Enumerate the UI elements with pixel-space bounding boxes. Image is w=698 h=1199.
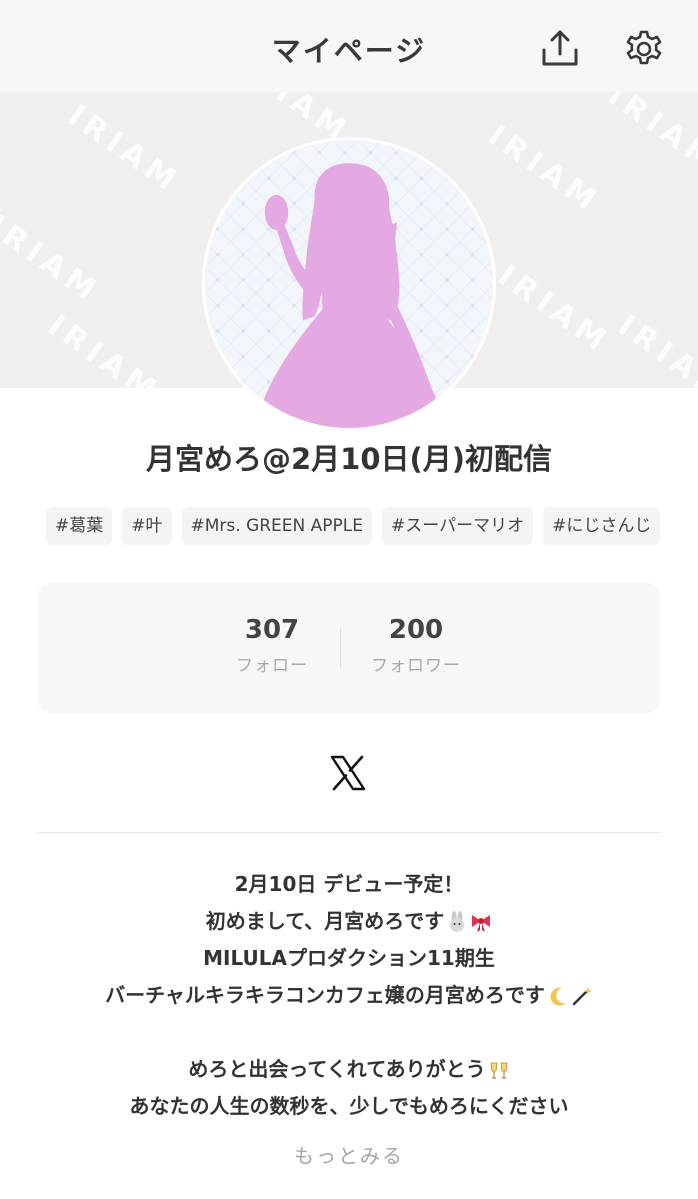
follower-stat[interactable]: 200 フォロワー	[368, 615, 464, 676]
show-more-link[interactable]: もっとみる	[0, 1140, 698, 1169]
bio-line: バーチャルキラキラコンカフェ嬢の月宮めろです	[105, 983, 545, 1007]
settings-button[interactable]	[622, 26, 666, 70]
tag-chip[interactable]: #にじさんじ	[543, 507, 661, 545]
stats-divider	[340, 628, 341, 668]
avatar[interactable]	[202, 137, 496, 431]
share-icon	[542, 30, 578, 66]
profile-name: 月宮めろ@2月10日(月)初配信	[145, 442, 553, 476]
tag-chip[interactable]: #スーパーマリオ	[382, 507, 534, 545]
x-logo-icon	[330, 755, 366, 791]
tag-list: #葛葉 #叶 #Mrs. GREEN APPLE #スーパーマリオ #にじさんじ	[46, 507, 661, 545]
follow-label: フォロー	[236, 656, 308, 676]
avatar-silhouette-image	[205, 140, 493, 428]
banner-watermark: IRIAM	[61, 98, 187, 201]
follower-label: フォロワー	[371, 656, 461, 676]
crescent-moon-emoji-icon	[550, 987, 566, 1006]
section-divider	[38, 832, 660, 833]
follower-count: 200	[388, 615, 444, 645]
banner-watermark: IRIAM	[0, 208, 107, 311]
x-link-button[interactable]	[329, 754, 367, 792]
clinking-glasses-emoji-icon	[490, 1062, 508, 1079]
tag-chip[interactable]: #葛葉	[46, 507, 113, 545]
page-title: マイページ	[271, 34, 427, 68]
follow-count: 307	[244, 615, 300, 645]
ribbon-emoji-icon	[472, 914, 491, 932]
banner-watermark: IRIAM	[601, 92, 698, 181]
gear-icon	[626, 30, 662, 65]
banner-watermark: IRIAM	[481, 118, 607, 221]
banner-watermark: IRIAM	[611, 308, 698, 388]
profile-bio: 2月10日 デビュー予定！ 初めまして、月宮めろです MILULAプロダクション…	[0, 866, 698, 1125]
magic-wand-emoji-icon	[572, 986, 592, 1005]
tag-chip[interactable]: #叶	[122, 507, 172, 545]
follow-stat[interactable]: 307 フォロー	[234, 615, 310, 676]
top-bar: マイページ	[0, 0, 698, 93]
bio-line: 初めまして、月宮めろです	[205, 909, 445, 933]
rabbit-emoji-icon	[450, 910, 465, 932]
bio-line: 2月10日 デビュー予定！	[234, 872, 464, 896]
bio-line: めろと出会ってくれてありがとう	[188, 1057, 486, 1081]
stats-card: 307 フォロー 200 フォロワー	[38, 583, 660, 713]
banner-watermark: IRIAM	[41, 308, 167, 388]
share-button[interactable]	[538, 26, 582, 70]
bio-line: あなたの人生の数秒を、少しでもめろにください	[129, 1094, 569, 1118]
banner-watermark: IRIAM	[491, 258, 617, 361]
tag-chip[interactable]: #Mrs. GREEN APPLE	[181, 507, 372, 545]
bio-line: MILULAプロダクション11期生	[203, 946, 495, 970]
